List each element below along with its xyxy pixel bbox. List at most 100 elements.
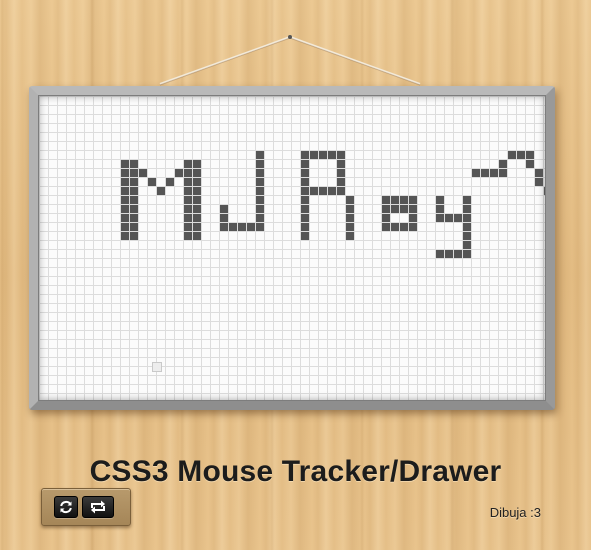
drawn-pixel [121, 223, 129, 231]
drawn-pixel [193, 187, 201, 195]
drawn-pixel [310, 151, 318, 159]
drawn-pixel [400, 196, 408, 204]
drawn-pixel [184, 187, 192, 195]
drawn-pixel [400, 205, 408, 213]
drawn-pixel [301, 223, 309, 231]
drawn-pixel [184, 169, 192, 177]
drawn-pixel [400, 223, 408, 231]
drawn-pixel [121, 205, 129, 213]
drawn-pixel [193, 196, 201, 204]
drawn-pixel [166, 178, 174, 186]
drawn-pixel [391, 223, 399, 231]
drawn-pixel [463, 214, 471, 222]
drawn-pixel [256, 151, 264, 159]
drawn-pixel [454, 214, 462, 222]
nail-icon [288, 35, 292, 39]
drawn-pixel [346, 232, 354, 240]
drawn-pixel [229, 223, 237, 231]
drawn-pixel [184, 223, 192, 231]
drawn-pixel [409, 205, 417, 213]
drawn-pixel [193, 223, 201, 231]
drawn-pixel [463, 232, 471, 240]
drawn-pixel [508, 151, 516, 159]
drawing-board[interactable] [39, 96, 545, 400]
drawn-pixel [256, 214, 264, 222]
drawn-pixel [184, 205, 192, 213]
drawn-pixel [499, 169, 507, 177]
status-text: Dibuja :3 [489, 505, 541, 520]
drawn-pixel [301, 169, 309, 177]
drawn-pixel [436, 196, 444, 204]
drawn-pixel [130, 187, 138, 195]
drawing-frame [29, 86, 555, 410]
drawn-pixel [463, 223, 471, 231]
drawn-pixel [319, 187, 327, 195]
refresh-button[interactable] [54, 496, 78, 518]
hanging-string [159, 35, 421, 86]
drawn-pixel [148, 178, 156, 186]
drawn-pixel [301, 151, 309, 159]
drawn-pixel [121, 214, 129, 222]
drawn-pixel [337, 187, 345, 195]
drawn-pixel [409, 214, 417, 222]
drawn-pixel [472, 169, 480, 177]
drawn-pixel [256, 205, 264, 213]
drawn-pixel [301, 160, 309, 168]
drawn-pixel [256, 196, 264, 204]
drawn-pixel [184, 178, 192, 186]
drawn-pixel [346, 223, 354, 231]
drawn-pixel [130, 214, 138, 222]
drawn-pixel [535, 178, 543, 186]
drawn-pixel [193, 169, 201, 177]
drawn-pixel [121, 169, 129, 177]
drawn-pixel [220, 205, 228, 213]
drawn-pixel [328, 151, 336, 159]
drawn-pixel [526, 151, 534, 159]
drawn-pixel [436, 250, 444, 258]
drawn-pixel [544, 187, 545, 195]
repeat-icon [91, 500, 105, 514]
drawn-pixel [382, 196, 390, 204]
drawn-pixel [193, 178, 201, 186]
drawn-pixel [463, 196, 471, 204]
drawn-pixel [301, 214, 309, 222]
page-title: CSS3 Mouse Tracker/Drawer [89, 455, 502, 488]
drawn-pixel [220, 214, 228, 222]
drawn-pixel [130, 232, 138, 240]
drawn-pixel [301, 187, 309, 195]
drawn-pixel [247, 223, 255, 231]
drawn-pixel [535, 169, 543, 177]
drawn-pixel [193, 160, 201, 168]
drawn-pixel [121, 178, 129, 186]
drawn-pixel [130, 178, 138, 186]
drawn-pixel [310, 187, 318, 195]
drawn-pixel [454, 250, 462, 258]
drawn-pixel [193, 232, 201, 240]
drawn-pixel [445, 214, 453, 222]
repeat-button[interactable] [82, 496, 114, 518]
drawn-pixel [319, 151, 327, 159]
drawn-pixel [346, 196, 354, 204]
drawn-pixel [463, 241, 471, 249]
drawn-pixel [436, 205, 444, 213]
drawn-pixel [121, 160, 129, 168]
drawn-pixel [436, 214, 444, 222]
drawn-pixel [121, 196, 129, 204]
drawn-pixel [301, 232, 309, 240]
drawn-pixel [382, 214, 390, 222]
drawn-pixel [301, 205, 309, 213]
pixel-drawing [121, 151, 545, 258]
drawn-pixel [256, 169, 264, 177]
drawn-pixel [301, 196, 309, 204]
drawn-pixel [337, 160, 345, 168]
drawn-pixel [256, 187, 264, 195]
drawn-pixel [337, 169, 345, 177]
drawn-pixel [193, 205, 201, 213]
drawn-pixel [193, 214, 201, 222]
drawn-pixel [139, 169, 147, 177]
drawn-pixel [130, 169, 138, 177]
drawn-pixel [301, 178, 309, 186]
drawn-pixel [121, 187, 129, 195]
refresh-icon [60, 500, 72, 514]
drawn-pixel [184, 160, 192, 168]
